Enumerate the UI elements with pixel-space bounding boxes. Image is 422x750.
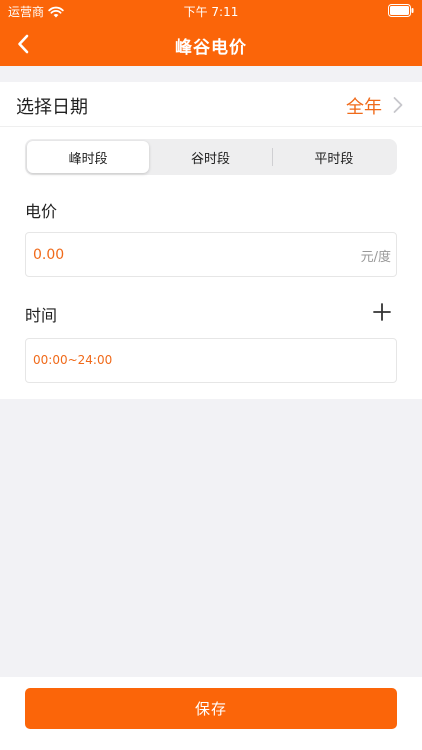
time-label: 时间 bbox=[25, 306, 58, 325]
period-segmented-control: 峰时段 谷时段 平时段 bbox=[25, 139, 397, 175]
status-bar: 运营商 下午 7:11 bbox=[0, 0, 422, 22]
status-time: 下午 7:11 bbox=[183, 5, 239, 19]
save-button[interactable]: 保存 bbox=[25, 688, 397, 729]
tab-peak-label: 峰时段 bbox=[68, 151, 108, 167]
date-label: 选择日期 bbox=[16, 97, 88, 118]
time-range-field[interactable]: 00:00~24:00 bbox=[25, 338, 397, 383]
price-field: 元/度 bbox=[25, 232, 397, 277]
time-range-value: 00:00~24:00 bbox=[33, 353, 113, 367]
page-title: 峰谷电价 bbox=[175, 38, 247, 58]
tab-peak[interactable]: 峰时段 bbox=[27, 141, 150, 173]
date-value: 全年 bbox=[346, 97, 382, 118]
price-label: 电价 bbox=[25, 202, 58, 221]
price-input[interactable] bbox=[32, 233, 332, 276]
tab-valley[interactable]: 谷时段 bbox=[149, 141, 271, 173]
tab-flat-label: 平时段 bbox=[314, 151, 354, 167]
add-time-button[interactable] bbox=[370, 300, 394, 324]
screen: 运营商 下午 7:11 峰谷电价 选择日期 全年 峰时段 谷时段 平时段 电价 … bbox=[0, 0, 422, 750]
footer: 保存 bbox=[0, 677, 422, 750]
date-selector[interactable]: 选择日期 全年 bbox=[0, 82, 422, 127]
tab-flat[interactable]: 平时段 bbox=[273, 141, 395, 173]
nav-bar: 峰谷电价 bbox=[0, 22, 422, 66]
price-unit: 元/度 bbox=[360, 250, 391, 265]
tab-valley-label: 谷时段 bbox=[190, 151, 230, 167]
plus-icon bbox=[373, 303, 391, 321]
form-panel: 选择日期 全年 峰时段 谷时段 平时段 电价 元/度 时间 bbox=[0, 82, 422, 399]
battery-icon bbox=[388, 4, 414, 17]
chevron-right-icon bbox=[393, 97, 403, 113]
header: 运营商 下午 7:11 峰谷电价 bbox=[0, 0, 422, 66]
